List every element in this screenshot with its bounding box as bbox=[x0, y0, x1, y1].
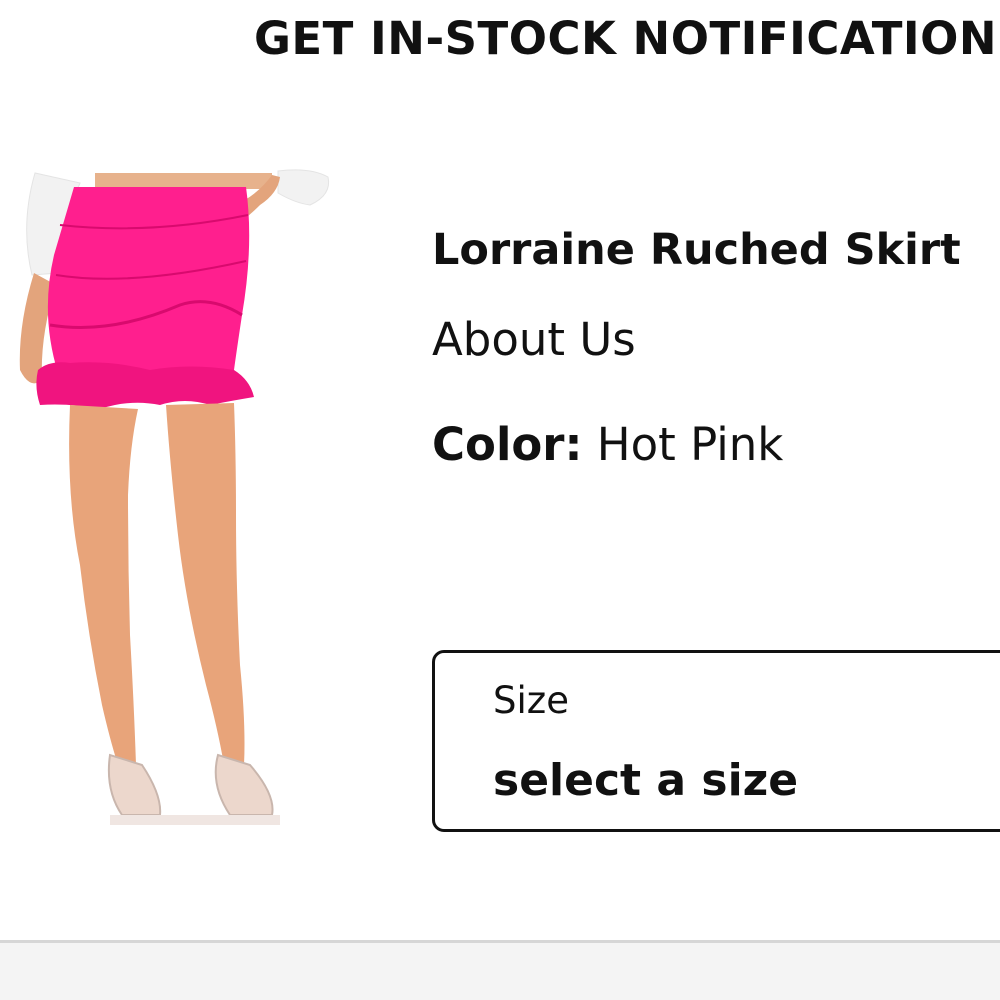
size-selected-value: select a size bbox=[493, 755, 799, 806]
size-label: Size bbox=[493, 679, 569, 722]
notification-modal: GET IN-STOCK NOTIFICATION Lorraine Ruche… bbox=[0, 0, 1000, 1000]
color-label: Color: bbox=[432, 418, 583, 471]
product-image bbox=[10, 165, 340, 845]
color-row: Color: Hot Pink bbox=[432, 418, 783, 471]
color-value: Hot Pink bbox=[596, 418, 784, 471]
size-dropdown[interactable]: Size select a size bbox=[432, 650, 1000, 832]
modal-title: GET IN-STOCK NOTIFICATION bbox=[254, 12, 998, 65]
bottom-bar bbox=[0, 940, 1000, 1000]
about-us-link[interactable]: About Us bbox=[432, 313, 636, 366]
product-name: Lorraine Ruched Skirt bbox=[432, 225, 961, 275]
